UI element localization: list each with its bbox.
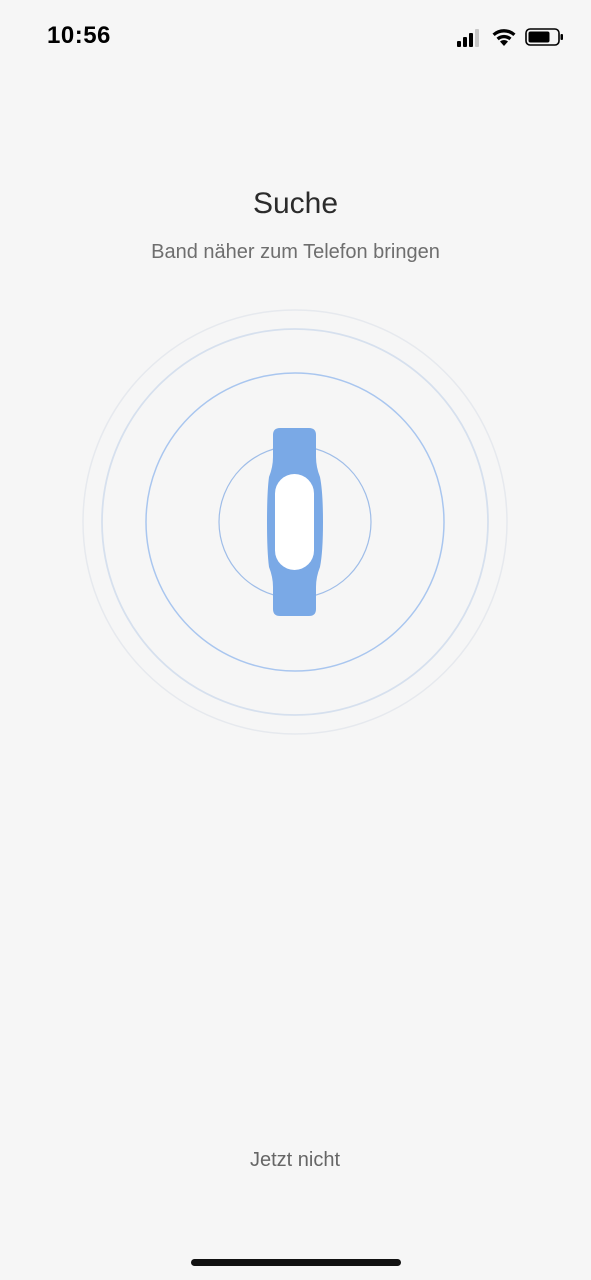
search-radar-illustration [82,309,508,735]
battery-icon [525,28,563,46]
status-time: 10:56 [47,22,111,49]
home-indicator[interactable] [191,1259,401,1266]
page-subtitle: Band näher zum Telefon bringen [151,241,440,263]
wifi-icon [492,29,516,46]
cellular-signal-icon [457,29,479,47]
not-now-button[interactable]: Jetzt nicht [195,1149,395,1172]
status-bar: 10:56 [0,0,591,76]
band-display [275,474,314,570]
search-screen: 10:56 Suche Band näher zum Telefon bring… [0,0,591,1280]
page-title: Suche [252,187,339,220]
fitness-band-icon [267,428,323,616]
